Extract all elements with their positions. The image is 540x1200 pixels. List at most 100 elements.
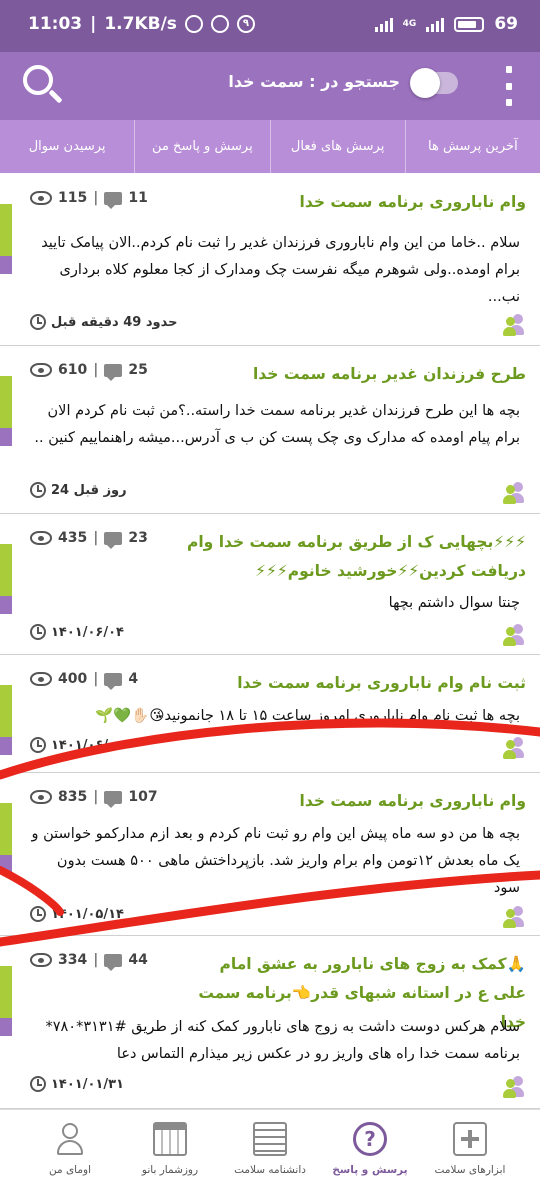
post-title[interactable]: طرح فرزندان غدیر برنامه سمت خدا xyxy=(186,360,526,389)
clock-icon xyxy=(30,906,46,922)
post-stats: 115 | 11 xyxy=(30,190,148,209)
post-time-text: 24 روز قبل xyxy=(51,482,127,498)
nav-health-tools[interactable]: ابزارهای سلامت xyxy=(427,1110,513,1200)
eye-icon xyxy=(30,363,52,377)
post-accent-purple xyxy=(0,596,12,614)
comment-count: 23 xyxy=(128,530,148,546)
post-excerpt: بچه ها ثبت نام وام ناباروری امروز ساعت ۱… xyxy=(95,708,520,724)
users-icon xyxy=(498,737,524,759)
status-left: 11:03 | 1.7KB/s ۹ xyxy=(28,14,255,34)
comment-icon xyxy=(104,953,123,971)
stats-divider: | xyxy=(93,530,99,546)
post-title[interactable]: وام ناباروری برنامه سمت خدا xyxy=(186,787,526,816)
post-stats: 334 | 44 xyxy=(30,952,148,971)
post-time: ۱۴۰۱/۰۱/۳۱ xyxy=(30,1076,124,1092)
post-excerpt: سلام ..خاما من این وام ناباروری فرزندان … xyxy=(41,235,520,305)
post-time: 24 روز قبل xyxy=(30,482,127,498)
post-accent-green xyxy=(0,204,12,256)
nav-label: اومای من xyxy=(49,1164,91,1176)
tab-ask-question[interactable]: پرسیدن سوال xyxy=(0,120,134,173)
post-title[interactable]: ثبت نام وام ناباروری برنامه سمت خدا xyxy=(186,669,526,698)
post-time: ۱۴۰۱/۰۶/۰۴ xyxy=(30,624,124,640)
view-count: 835 xyxy=(58,789,88,805)
clock-icon xyxy=(30,737,46,753)
nav-label: دانشنامه سلامت xyxy=(234,1164,306,1176)
comment-count: 44 xyxy=(128,952,148,968)
question-icon: ? xyxy=(353,1122,387,1156)
app-notification-icon xyxy=(210,15,229,33)
app-header: جستجو در : سمت خدا xyxy=(0,52,540,120)
post-time-text: ۱۴۰۱/۰۱/۳۱ xyxy=(51,1076,124,1092)
nav-calendar[interactable]: روزشمار بانو xyxy=(127,1110,213,1200)
post-title[interactable]: وام ناباروری برنامه سمت خدا xyxy=(186,188,526,217)
search-scope-toggle[interactable] xyxy=(410,68,458,98)
post-card[interactable]: وام ناباروری برنامه سمت خدا 115 | 11 سلا… xyxy=(0,174,540,346)
comment-count: 4 xyxy=(128,671,139,687)
stats-divider: | xyxy=(93,362,99,378)
tab-latest-questions[interactable]: آخرین پرسش ها xyxy=(404,120,540,173)
post-stats: 435 | 23 xyxy=(30,530,148,549)
post-stats: 400 | 4 xyxy=(30,671,139,690)
post-excerpt: سلام هرکس دوست داشت به زوج های نابارور ک… xyxy=(45,1019,520,1062)
profile-icon xyxy=(53,1122,87,1156)
post-excerpt: بچه ها من دو سه ماه پیش این وام رو ثبت ن… xyxy=(31,826,520,896)
post-accent-green xyxy=(0,544,12,596)
post-time: ۱۴۰۱/۰۵/۱۴ xyxy=(30,906,124,922)
status-bar: 11:03 | 1.7KB/s ۹ 4G 69 xyxy=(0,0,540,52)
users-icon xyxy=(498,624,524,646)
comment-icon xyxy=(104,191,123,209)
view-count: 435 xyxy=(58,530,88,546)
post-accent-purple xyxy=(0,855,12,873)
nav-profile[interactable]: اومای من xyxy=(27,1110,113,1200)
post-accent-green xyxy=(0,685,12,737)
post-card[interactable]: 🙏کمک به زوج های نابارور به عشق امام علی … xyxy=(0,936,540,1109)
post-time-text: ۱۴۰۱/۰۶/۰۴ xyxy=(51,624,124,640)
toggle-knob xyxy=(410,68,440,98)
health-kit-icon xyxy=(453,1122,487,1156)
more-vertical-icon[interactable] xyxy=(504,66,514,106)
search-scope-label: جستجو در : سمت خدا xyxy=(228,72,400,91)
post-title[interactable]: ⚡⚡⚡بچهایی ک از طریق برنامه سمت خدا وام د… xyxy=(186,528,526,586)
clock-icon xyxy=(30,1076,46,1092)
eye-icon xyxy=(30,191,52,205)
post-card[interactable]: ثبت نام وام ناباروری برنامه سمت خدا 400 … xyxy=(0,655,540,773)
users-icon xyxy=(498,1076,524,1098)
post-time: ۱۴۰۱/۰۶/۰۰ xyxy=(30,737,124,753)
bottom-navigation: ابزارهای سلامت ? پرسش و پاسخ دانشنامه سل… xyxy=(0,1109,540,1200)
tab-my-questions[interactable]: پرسش و پاسخ من xyxy=(134,120,269,173)
post-card[interactable]: وام ناباروری برنامه سمت خدا 835 | 107 بچ… xyxy=(0,773,540,936)
post-card[interactable]: طرح فرزندان غدیر برنامه سمت خدا 610 | 25… xyxy=(0,346,540,514)
post-time-text: ۱۴۰۱/۰۵/۱۴ xyxy=(51,906,124,922)
post-time-text: ۱۴۰۱/۰۶/۰۰ xyxy=(51,737,124,753)
post-accent-green xyxy=(0,803,12,855)
post-accent-green xyxy=(0,966,12,1018)
comment-count: 25 xyxy=(128,362,148,378)
view-count: 400 xyxy=(58,671,88,687)
post-accent-green xyxy=(0,376,12,428)
stats-divider: | xyxy=(93,789,99,805)
status-time: 11:03 xyxy=(28,14,83,34)
nav-label: روزشمار بانو xyxy=(141,1164,199,1176)
nav-encyclopedia[interactable]: دانشنامه سلامت xyxy=(227,1110,313,1200)
clock-icon xyxy=(30,314,46,330)
clock-icon xyxy=(30,482,46,498)
comment-count: 107 xyxy=(128,789,158,805)
users-icon xyxy=(498,482,524,504)
tab-active-questions[interactable]: پرسش های فعال xyxy=(269,120,405,173)
calendar-icon xyxy=(153,1122,187,1156)
post-time: حدود 49 دقیقه قبل xyxy=(30,314,177,330)
network-type: 4G xyxy=(402,19,417,29)
post-accent-purple xyxy=(0,428,12,446)
encyclopedia-icon xyxy=(253,1122,287,1156)
search-icon[interactable] xyxy=(18,62,66,110)
post-stats: 610 | 25 xyxy=(30,362,148,381)
alarm-icon xyxy=(184,15,203,33)
comment-count: 11 xyxy=(128,190,148,206)
comment-icon xyxy=(104,363,123,381)
nav-qa[interactable]: ? پرسش و پاسخ xyxy=(327,1110,413,1200)
post-card[interactable]: ⚡⚡⚡بچهایی ک از طریق برنامه سمت خدا وام د… xyxy=(0,514,540,655)
clock-icon xyxy=(30,624,46,640)
comment-icon xyxy=(104,790,123,808)
users-icon xyxy=(498,314,524,336)
status-right: 4G 69 xyxy=(374,14,518,34)
